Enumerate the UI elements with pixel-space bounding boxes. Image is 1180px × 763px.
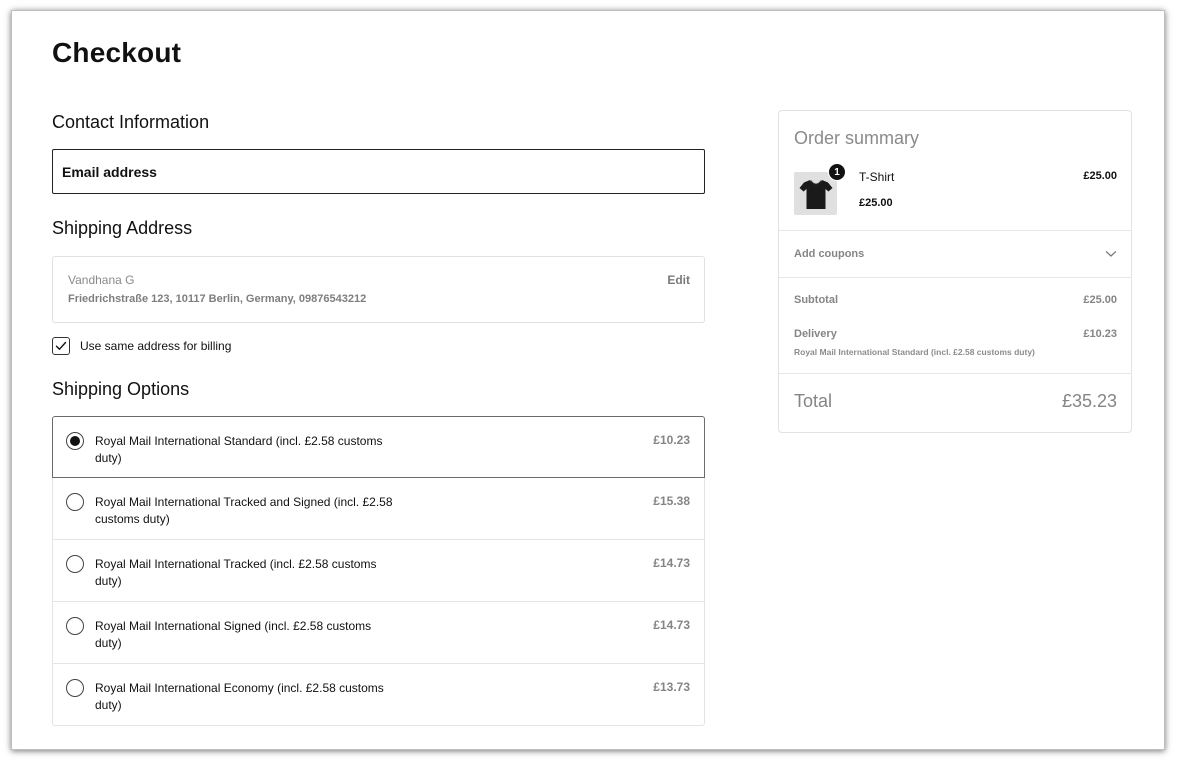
item-total-price: £25.00 xyxy=(1083,170,1117,182)
shipping-option-label: Royal Mail International Signed (incl. £… xyxy=(95,619,372,650)
page-title: Checkout xyxy=(52,37,182,68)
same-billing-checkbox[interactable] xyxy=(52,337,70,355)
radio-standard[interactable] xyxy=(66,432,84,450)
summary-divider xyxy=(779,373,1131,374)
total-label: Total xyxy=(794,391,833,411)
shipping-address-card: Vandhana G Friedrichstraße 123, 10117 Be… xyxy=(52,256,705,323)
radio-tracked[interactable] xyxy=(66,555,84,573)
item-unit-price: £25.00 xyxy=(859,197,893,209)
shipping-option-standard[interactable]: Royal Mail International Standard (incl.… xyxy=(52,416,705,478)
add-coupons-label: Add coupons xyxy=(794,248,865,260)
radio-selected-dot xyxy=(70,436,80,446)
shipping-option-tracked-signed[interactable]: Royal Mail International Tracked and Sig… xyxy=(52,478,705,540)
summary-divider xyxy=(779,230,1131,231)
radio-tracked-signed[interactable] xyxy=(66,493,84,511)
shipping-option-label: Royal Mail International Economy (incl. … xyxy=(95,681,384,712)
chevron-down-icon xyxy=(1105,251,1117,257)
radio-signed[interactable] xyxy=(66,617,84,635)
shipping-option-signed[interactable]: Royal Mail International Signed (incl. £… xyxy=(52,602,705,664)
subtotal-value: £25.00 xyxy=(1083,294,1117,306)
quantity-badge: 1 xyxy=(828,163,846,181)
shipping-option-price: £15.38 xyxy=(653,494,690,508)
delivery-label: Delivery xyxy=(794,328,837,340)
radio-economy[interactable] xyxy=(66,679,84,697)
tshirt-icon xyxy=(799,179,832,209)
contact-section-title: Contact Information xyxy=(52,112,210,132)
summary-divider xyxy=(779,277,1131,278)
shipping-option-label: Royal Mail International Standard (incl.… xyxy=(95,434,383,465)
email-field-wrapper[interactable] xyxy=(52,149,705,194)
shipping-option-price: £14.73 xyxy=(653,618,690,632)
shipping-option-label: Royal Mail International Tracked and Sig… xyxy=(95,495,393,526)
order-summary-title: Order summary xyxy=(794,128,920,148)
check-icon xyxy=(55,341,67,350)
total-value: £35.23 xyxy=(1061,391,1117,411)
shipping-option-label: Royal Mail International Tracked (incl. … xyxy=(95,557,377,588)
shipping-option-price: £10.23 xyxy=(653,433,690,447)
delivery-method: Royal Mail International Standard (incl.… xyxy=(794,347,1035,357)
add-coupons-toggle[interactable]: Add coupons xyxy=(794,248,1117,260)
total-row: Total £35.23 xyxy=(794,391,1117,412)
shipping-option-price: £13.73 xyxy=(653,680,690,694)
order-summary-card: Order summary 1 T-Shirt £25.00 £25.00 Ad… xyxy=(778,110,1132,433)
delivery-row: Delivery £10.23 xyxy=(794,328,1117,340)
same-billing-label: Use same address for billing xyxy=(80,339,232,353)
subtotal-row: Subtotal £25.00 xyxy=(794,294,1117,306)
shipping-options-title: Shipping Options xyxy=(52,379,190,399)
shipping-address-title: Shipping Address xyxy=(52,218,193,238)
email-input[interactable] xyxy=(62,163,704,180)
edit-address-link[interactable]: Edit xyxy=(667,273,690,287)
shipping-option-tracked[interactable]: Royal Mail International Tracked (incl. … xyxy=(52,540,705,602)
subtotal-label: Subtotal xyxy=(794,294,838,306)
address-name: Vandhana G xyxy=(68,273,135,287)
same-billing-row[interactable]: Use same address for billing xyxy=(52,337,231,355)
address-line: Friedrichstraße 123, 10117 Berlin, Germa… xyxy=(68,293,367,305)
delivery-value: £10.23 xyxy=(1083,328,1117,340)
shipping-option-economy[interactable]: Royal Mail International Economy (incl. … xyxy=(52,664,705,726)
shipping-options-list: Royal Mail International Standard (incl.… xyxy=(52,416,705,726)
shipping-option-price: £14.73 xyxy=(653,556,690,570)
item-name: T-Shirt xyxy=(859,170,895,184)
